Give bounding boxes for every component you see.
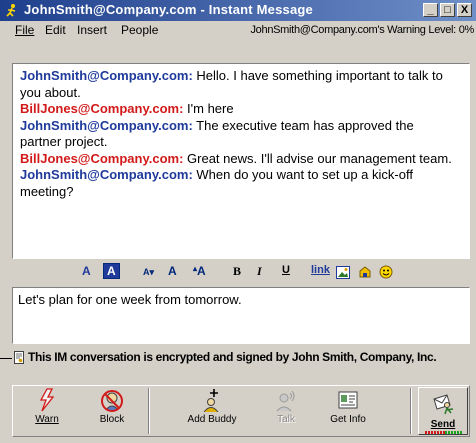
warn-label: Warn	[30, 414, 64, 425]
title-bar[interactable]: JohnSmith@Company.com - Instant Message …	[0, 0, 476, 21]
menu-bar: File Edit Insert People JohnSmith@Compan…	[0, 21, 476, 39]
insert-background-icon[interactable]	[358, 265, 372, 279]
italic-button[interactable]: I	[257, 264, 262, 279]
message-item: BillJones@Company.com: I'm here	[20, 101, 455, 118]
window-title: JohnSmith@Company.com - Instant Message	[24, 2, 313, 17]
info-card-icon	[338, 391, 358, 409]
message-sender: JohnSmith@Company.com:	[20, 68, 193, 83]
normal-font-button[interactable]: A	[168, 264, 177, 278]
menu-people[interactable]: People	[121, 23, 158, 37]
message-sender: JohnSmith@Company.com:	[20, 117, 193, 133]
certificate-icon	[14, 351, 24, 364]
menu-insert[interactable]: Insert	[77, 23, 107, 37]
message-input-text: Let's plan for one week from tomorrow.	[18, 292, 242, 307]
underline-button[interactable]: U	[282, 264, 290, 276]
insert-link-button[interactable]: link	[311, 264, 330, 276]
encryption-status-text: This IM conversation is encrypted and si…	[28, 350, 437, 364]
message-text: I'm here	[183, 101, 234, 116]
larger-font-label: A	[197, 264, 206, 278]
smaller-font-button[interactable]: A▾	[143, 267, 154, 278]
message-item: JohnSmith@Company.com: When do you want …	[20, 167, 455, 200]
message-sender: BillJones@Company.com:	[20, 101, 184, 116]
background-color-button[interactable]: A	[103, 263, 120, 279]
send-button[interactable]: Send	[418, 387, 468, 435]
get-info-label: Get Info	[330, 414, 366, 425]
lightning-icon	[39, 388, 55, 412]
insert-image-icon[interactable]	[336, 266, 350, 279]
send-label-text: Send	[430, 419, 456, 430]
send-icon	[433, 394, 454, 415]
message-item: JohnSmith@Company.com: The executive tea…	[20, 118, 455, 151]
minimize-button[interactable]: _	[423, 3, 438, 17]
instant-message-window: JohnSmith@Company.com - Instant Message …	[0, 0, 476, 443]
message-text: Great news. I'll advise our management t…	[183, 150, 452, 166]
larger-font-button[interactable]: ▴A	[193, 264, 206, 278]
menu-insert-label: Insert	[77, 23, 108, 37]
talk-button[interactable]: Talk	[270, 388, 302, 425]
format-toolbar: A A A▾ A ▴A B I U link	[12, 262, 470, 284]
action-toolbar	[12, 385, 470, 437]
maximize-button[interactable]: □	[440, 3, 455, 17]
menu-edit-label: Edit	[45, 23, 66, 37]
callout-line	[0, 358, 12, 359]
warning-level-status: JohnSmith@Company.com's Warning Level: 0…	[250, 24, 474, 36]
menu-edit[interactable]: Edit	[45, 23, 66, 37]
block-icon	[101, 390, 123, 412]
close-button[interactable]: X	[457, 3, 472, 17]
encryption-status: This IM conversation is encrypted and si…	[0, 348, 476, 368]
talk-icon	[276, 390, 295, 412]
conversation-pane[interactable]: JohnSmith@Company.com: Hello. I have som…	[12, 63, 470, 259]
add-buddy-label: Add Buddy	[187, 414, 237, 425]
message-input[interactable]: Let's plan for one week from tomorrow.	[12, 287, 470, 344]
text-color-button[interactable]: A	[82, 264, 91, 278]
block-label: Block	[99, 414, 125, 425]
message-list: JohnSmith@Company.com: Hello. I have som…	[20, 68, 455, 200]
add-buddy-icon	[203, 389, 219, 412]
menu-people-label: People	[121, 23, 159, 37]
menu-file-label: File	[15, 23, 35, 37]
add-buddy-button[interactable]: Add Buddy	[187, 388, 237, 425]
get-info-button[interactable]: Get Info	[328, 388, 368, 425]
send-meter-ok	[445, 431, 463, 434]
toolbar-separator	[148, 388, 150, 434]
message-item: BillJones@Company.com: Great news. I'll …	[20, 151, 455, 168]
message-item: JohnSmith@Company.com: Hello. I have som…	[20, 68, 455, 101]
running-man-icon	[6, 4, 16, 17]
smiley-icon[interactable]	[379, 265, 393, 279]
menu-file[interactable]: File	[15, 23, 34, 37]
warn-button[interactable]: Warn	[30, 388, 64, 425]
block-button[interactable]: Block	[94, 388, 130, 425]
message-sender: BillJones@Company.com:	[20, 150, 184, 166]
talk-label: Talk	[277, 414, 295, 425]
send-label: Send	[419, 419, 467, 430]
warn-label-text: Warn	[35, 414, 59, 425]
send-meter	[425, 431, 463, 434]
toolbar-separator	[410, 388, 412, 434]
message-sender: JohnSmith@Company.com:	[20, 167, 193, 182]
bold-button[interactable]: B	[233, 264, 241, 279]
